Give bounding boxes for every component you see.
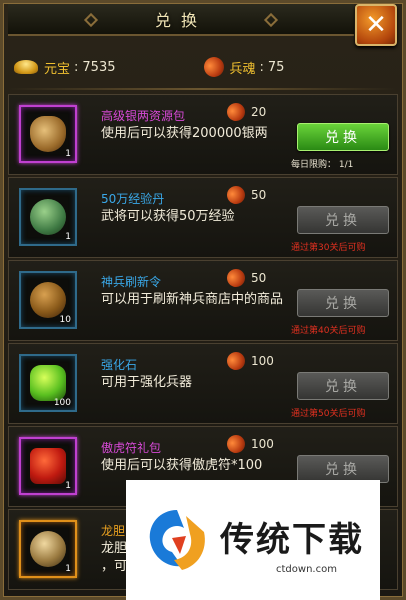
unlock-requirement: 通过第50关后可购 <box>291 409 366 419</box>
item-cost: 50 <box>223 265 267 291</box>
gold-ingot-icon <box>14 60 38 74</box>
item-description: 使用后可以获得傲虎符*100 <box>101 458 263 473</box>
item-quantity: 1 <box>65 232 71 242</box>
soul-icon <box>223 431 249 457</box>
item-description: 可用于强化兵器 <box>101 375 193 390</box>
item-name: 强化石 <box>101 358 138 372</box>
item-name: 高级银两资源包 <box>101 109 186 123</box>
item-name: 神兵刷新令 <box>101 275 162 289</box>
watermark-text: 传统下载 <box>220 520 364 560</box>
item-cost: 100 <box>223 348 274 374</box>
soul-label: 兵魂 <box>229 61 256 77</box>
item-slot[interactable]: 1 <box>19 188 77 246</box>
soul-icon <box>223 182 249 208</box>
soul-balance: 兵魂 : 75 <box>199 53 285 81</box>
soul-value: 75 <box>267 59 285 75</box>
separator: : <box>259 59 264 75</box>
item-quantity: 1 <box>65 149 71 159</box>
watermark: 传统下载 ctdown.com <box>126 480 380 600</box>
watermark-url: ctdown.com <box>276 564 337 575</box>
cost-value: 50 <box>251 188 267 202</box>
cost-value: 20 <box>251 105 267 119</box>
exchange-button[interactable]: 兑换 <box>297 372 389 400</box>
item-quantity: 100 <box>53 398 71 408</box>
cost-value: 100 <box>251 437 274 451</box>
item-name: 傲虎符礼包 <box>101 441 162 455</box>
yuanbao-value: 7535 <box>82 59 116 75</box>
yuanbao-balance: 元宝 : 7535 <box>14 58 116 77</box>
list-item: 1 高级银两资源包 20 使用后可以获得200000银两 兑换 每日限购： 1/… <box>8 94 398 175</box>
exchange-button[interactable]: 兑换 <box>297 455 389 483</box>
unlock-requirement: 通过第40关后可购 <box>291 326 366 336</box>
close-button[interactable]: ✕ <box>355 4 397 46</box>
cost-value: 50 <box>251 271 267 285</box>
page-title: 兑换 <box>154 11 207 30</box>
item-description: 使用后可以获得200000银两 <box>101 126 268 141</box>
soul-icon <box>223 265 249 291</box>
item-cost: 20 <box>223 99 267 125</box>
list-item: 10 神兵刷新令 50 可以用于刷新神兵商店中的商品 兑换 通过第40关后可购 <box>8 260 398 341</box>
item-slot[interactable]: 1 <box>19 105 77 163</box>
header-ornament-left <box>83 12 99 28</box>
cost-value: 100 <box>251 354 274 368</box>
gift-pack-icon <box>30 448 66 484</box>
refresh-token-icon <box>30 282 66 318</box>
item-slot[interactable]: 10 <box>19 271 77 329</box>
item-name: 50万经验丹 <box>101 192 165 206</box>
soul-icon <box>223 99 249 125</box>
list-item: 1 50万经验丹 50 武将可以获得50万经验 兑换 通过第30关后可购 <box>8 177 398 258</box>
item-description: 武将可以获得50万经验 <box>101 209 235 224</box>
exchange-button[interactable]: 兑换 <box>297 289 389 317</box>
exp-pill-icon <box>30 199 66 235</box>
item-slot[interactable]: 1 <box>19 520 77 578</box>
watermark-logo-icon <box>149 510 205 570</box>
daily-limit: 每日限购： 1/1 <box>291 160 354 170</box>
unlock-requirement: 通过第30关后可购 <box>291 243 366 253</box>
silver-pack-icon <box>30 116 66 152</box>
item-quantity: 1 <box>65 564 71 574</box>
enhance-stone-icon <box>30 365 66 401</box>
item-cost: 50 <box>223 182 267 208</box>
currency-bar: 元宝 : 7535 兵魂 : 75 <box>8 50 396 84</box>
yuanbao-label: 元宝 <box>44 61 71 77</box>
item-quantity: 1 <box>65 481 71 491</box>
separator: : <box>74 59 79 75</box>
dragon-item-icon <box>30 531 66 567</box>
list-item: 100 强化石 100 可用于强化兵器 兑换 通过第50关后可购 <box>8 343 398 424</box>
item-cost: 100 <box>223 431 274 457</box>
item-description: 可以用于刷新神兵商店中的商品 <box>101 292 284 307</box>
header-bar: 兑换 <box>8 4 354 36</box>
item-slot[interactable]: 100 <box>19 354 77 412</box>
item-slot[interactable]: 1 <box>19 437 77 495</box>
header-ornament-right <box>263 12 279 28</box>
item-quantity: 10 <box>59 315 71 325</box>
close-icon: ✕ <box>365 10 387 40</box>
soul-icon <box>223 348 249 374</box>
soul-icon <box>199 53 228 81</box>
exchange-button[interactable]: 兑换 <box>297 123 389 151</box>
exchange-button[interactable]: 兑换 <box>297 206 389 234</box>
divider <box>8 88 396 90</box>
item-name: 龙胆 <box>101 524 126 538</box>
